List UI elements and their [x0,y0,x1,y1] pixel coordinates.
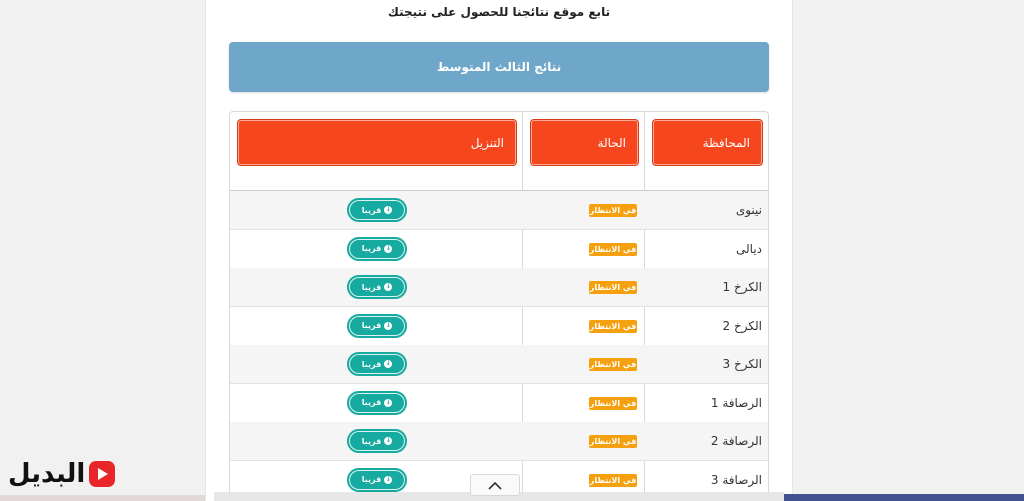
results-table: التنزيل الحالة المحافظة ↓ قريبا في الانتظا… [229,111,769,501]
download-label: قريبا [361,205,382,215]
logo-text: البديل [8,459,86,489]
download-label: قريبا [361,244,382,253]
download-label: قريبا [361,475,382,484]
status-badge: في الانتظار [589,281,637,294]
province-cell: الكرخ 1 [722,280,762,294]
bottom-strip-left [0,495,205,501]
province-cell: الكرخ 2 [722,318,762,333]
province-cell: الرصافة 1 [710,395,762,410]
download-icon: ↓ [384,283,393,291]
download-button[interactable]: ↓ قريبا [347,275,407,299]
download-label: قريبا [361,359,382,369]
province-cell: ديالى [736,241,762,256]
download-button[interactable]: ↓ قريبا [347,429,407,453]
scroll-top-button[interactable] [470,474,520,496]
table-row: ↓ قريبا في الانتظار الكرخ 3 [230,345,768,384]
download-icon: ↓ [384,360,393,368]
download-button[interactable]: ↓ قريبا [347,313,407,338]
download-label: قريبا [361,398,382,407]
table-row: ↓ قريبا في الانتظار الكرخ 1 [230,268,768,307]
site-logo[interactable]: البديل [8,452,116,496]
download-button[interactable]: ↓ قريبا [347,236,407,261]
chevron-up-icon [488,481,502,490]
status-badge: في الانتظار [589,358,637,371]
table-row: ↓ قريبا في الانتظار الرصافة 1 [230,384,768,423]
download-label: قريبا [361,282,382,292]
download-icon: ↓ [384,206,393,214]
download-header-button[interactable]: التنزيل [238,120,516,165]
download-button[interactable]: ↓ قريبا [347,198,407,222]
table-row: ↓ قريبا في الانتظار نينوى [230,191,768,230]
status-badge: في الانتظار [589,319,637,333]
status-header-button[interactable]: الحالة [531,120,638,165]
download-icon: ↓ [384,475,393,484]
page-headline: تابع موقع نتائجنا للحصول على نتيجتك [387,5,611,19]
download-icon: ↓ [384,321,393,330]
province-cell: الرصافة 2 [710,434,762,448]
status-badge: في الانتظار [589,396,637,410]
status-badge: في الانتظار [589,204,637,217]
download-label: قريبا [361,321,382,330]
download-button[interactable]: ↓ قريبا [347,352,407,376]
table-row: ↓ قريبا في الانتظار الكرخ 2 [230,307,768,346]
play-icon [89,461,116,487]
bottom-strip-right [784,494,1024,501]
download-icon: ↓ [384,244,393,253]
status-badge: في الانتظار [589,435,637,448]
table-row: ↓ قريبا في الانتظار ديالى [230,230,768,269]
results-banner[interactable]: نتائج الثالث المتوسط [229,42,769,92]
download-button[interactable]: ↓ قريبا [347,467,407,492]
province-cell: الكرخ 3 [722,357,762,371]
status-badge: في الانتظار [589,473,637,487]
status-badge: في الانتظار [589,242,637,256]
download-icon: ↓ [384,437,393,445]
content-card: تابع موقع نتائجنا للحصول على نتيجتك نتائ… [205,0,793,501]
province-cell: نينوى [735,203,762,217]
download-icon: ↓ [384,398,393,407]
download-button[interactable]: ↓ قريبا [347,390,407,415]
table-row: ↓ قريبا في الانتظار الرصافة 2 [230,422,768,461]
province-header-button[interactable]: المحافظة [653,120,762,165]
download-label: قريبا [361,436,382,446]
